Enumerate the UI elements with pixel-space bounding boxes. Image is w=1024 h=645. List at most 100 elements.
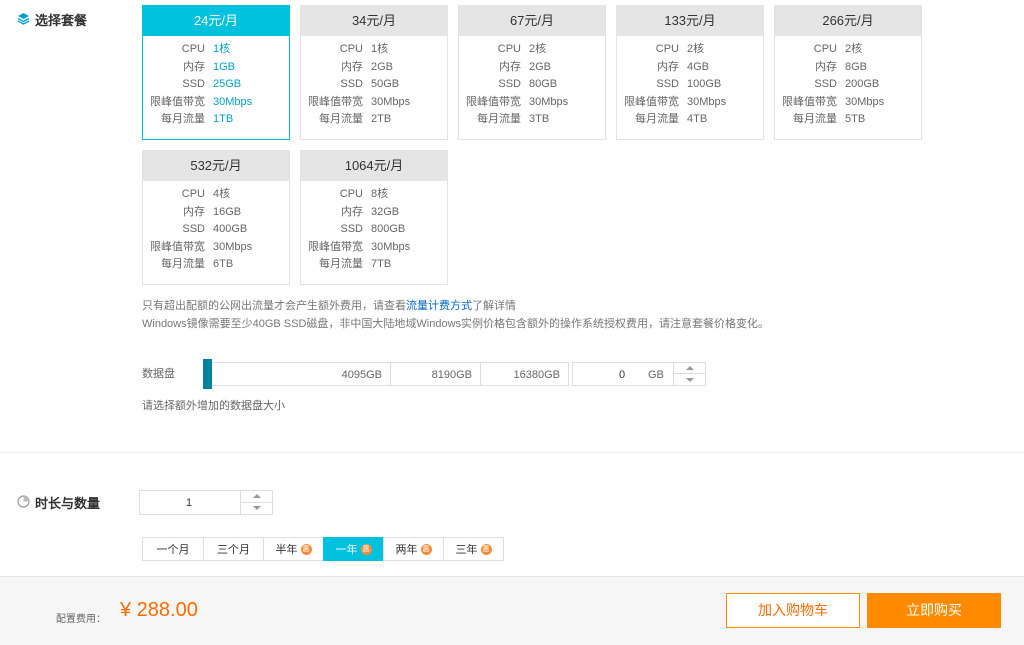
plan-spec-list: CPU 8核 内存 32GB SSD 800GB 限峰值带宽 30Mbps 每月流量 7TB [301, 181, 447, 274]
spec-key: 限峰值带宽 [308, 95, 363, 108]
data-disk-hint: 请选择额外增加的数据盘大小 [142, 400, 285, 412]
period-option[interactable]: 半年惠 [263, 537, 324, 561]
data-disk-size-input[interactable]: 0 GB [572, 362, 706, 386]
add-to-cart-button[interactable]: 加入购物车 [726, 593, 860, 628]
period-option[interactable]: 一个月 [142, 537, 204, 561]
plan-spec-row: CPU 2核 [775, 41, 921, 59]
spec-value: 30Mbps [213, 95, 253, 108]
plan-spec-row: 内存 2GB [301, 59, 447, 77]
spec-value: 30Mbps [371, 240, 411, 253]
plan-card[interactable]: 532元/月 CPU 4核 内存 16GB SSD 400GB 限峰值带宽 30Mbps 每月流量… [142, 150, 290, 285]
spec-value: 30Mbps [529, 95, 569, 108]
spec-key: CPU [497, 43, 521, 55]
plan-spec-row: 内存 16GB [143, 204, 289, 222]
period-selector: 一个月 三个月 半年惠一年惠两年惠三年惠 [142, 537, 504, 561]
plan-card[interactable]: 1064元/月 CPU 8核 内存 32GB SSD 800GB 限峰值带宽 30Mbps 每月流… [300, 150, 448, 285]
plan-spec-list: CPU 2核 内存 4GB SSD 100GB 限峰值带宽 30Mbps 每月流量 4TB [617, 36, 763, 129]
decrement-button[interactable] [674, 374, 705, 385]
spec-value: 80GB [529, 78, 558, 90]
plan-spec-row: 每月流量 2TB [301, 111, 447, 129]
spec-value: 30Mbps [687, 95, 727, 108]
spec-key: 内存 [815, 60, 837, 73]
plan-spec-list: CPU 2核 内存 8GB SSD 200GB 限峰值带宽 30Mbps 每月流量 5TB [775, 36, 921, 129]
period-label: 两年 [395, 544, 418, 556]
spec-value: 2核 [845, 43, 863, 55]
plan-spec-row: CPU 1核 [301, 41, 447, 59]
section-divider [0, 452, 1024, 453]
period-option[interactable]: 两年惠 [383, 537, 444, 561]
spec-key: 内存 [183, 205, 205, 218]
plan-card[interactable]: 266元/月 CPU 2核 内存 8GB SSD 200GB 限峰值带宽 30Mbps 每月流量 5… [774, 5, 922, 140]
quantity-spinner [240, 491, 272, 514]
spec-value: 5TB [845, 113, 866, 125]
quantity-increment-button[interactable] [241, 491, 272, 503]
plan-price: 532元/月 [143, 151, 289, 181]
plan-spec-row: SSD 100GB [617, 76, 763, 94]
plan-spec-row: 内存 1GB [143, 59, 289, 77]
spec-value: 1核 [213, 43, 231, 55]
plan-card[interactable]: 34元/月 CPU 1核 内存 2GB SSD 50GB 限峰值带宽 30Mbps 每月流量 2TB [300, 5, 448, 140]
spec-value: 3TB [529, 113, 550, 125]
spec-key: CPU [813, 43, 837, 55]
plan-spec-row: SSD 400GB [143, 221, 289, 239]
plan-card[interactable]: 24元/月 CPU 1核 内存 1GB SSD 25GB 限峰值带宽 30Mbps 每月流量 1TB [142, 5, 290, 140]
traffic-note: 只有超出配额的公网出流量才会产生额外费用，请查看流量计费方式了解详情 [142, 297, 516, 313]
plan-spec-row: 内存 8GB [775, 59, 921, 77]
spec-value: 32GB [371, 205, 400, 218]
spec-value: 50GB [371, 78, 400, 90]
period-option[interactable]: 三年惠 [443, 537, 504, 561]
plan-price: 1064元/月 [301, 151, 447, 181]
plan-card[interactable]: 67元/月 CPU 2核 内存 2GB SSD 80GB 限峰值带宽 30Mbps 每月流量 3TB [458, 5, 606, 140]
chevron-up-icon [685, 366, 694, 370]
quantity-stepper[interactable]: 1 [139, 490, 273, 515]
spec-key: SSD [814, 78, 837, 90]
plan-spec-row: CPU 2核 [459, 41, 605, 59]
plan-spec-row: 限峰值带宽 30Mbps [143, 94, 289, 112]
duration-section-header: 时长与数量 [17, 493, 100, 512]
windows-note: Windows镜像需要至少40GB SSD磁盘，非中国大陆地域Windows实例… [142, 318, 770, 330]
spec-key: CPU [339, 43, 363, 55]
data-disk-size-value: 0 [619, 369, 626, 381]
plan-price: 133元/月 [617, 6, 763, 36]
period-label: 半年 [275, 544, 298, 556]
plan-spec-row: 限峰值带宽 30Mbps [301, 94, 447, 112]
spec-value: 7TB [371, 258, 392, 270]
spec-value: 2GB [371, 60, 394, 73]
period-label: 一年 [335, 544, 358, 556]
chevron-up-icon [252, 494, 261, 499]
period-option[interactable]: 三个月 [203, 537, 264, 561]
period-option[interactable]: 一年惠 [323, 537, 384, 561]
spec-value: 30Mbps [845, 95, 885, 108]
spec-value: 1TB [213, 113, 234, 125]
package-section-header: 选择套餐 [17, 10, 87, 29]
spec-value: 2核 [529, 43, 547, 55]
plan-spec-row: 限峰值带宽 30Mbps [143, 239, 289, 257]
buy-now-button[interactable]: 立即购买 [867, 593, 1001, 628]
spec-value: 1核 [371, 43, 389, 55]
discount-badge-icon: 惠 [360, 543, 372, 555]
spec-key: SSD [182, 78, 205, 90]
data-disk-spinner [673, 363, 705, 385]
spec-key: 内存 [341, 205, 363, 218]
chevron-down-icon [252, 506, 261, 511]
spec-key: 每月流量 [319, 258, 363, 270]
traffic-note-text: 只有超出配额的公网出流量才会产生额外费用，请查看 [142, 300, 406, 312]
spec-key: 限峰值带宽 [782, 95, 837, 108]
data-disk-slider[interactable]: 4095GB 8190GB 16380GB [203, 362, 569, 386]
package-section-title: 选择套餐 [35, 13, 88, 28]
spec-value: 2核 [687, 43, 705, 55]
slider-handle[interactable] [203, 359, 212, 389]
plan-spec-row: SSD 800GB [301, 221, 447, 239]
period-label: 三年 [455, 544, 478, 556]
traffic-billing-link[interactable]: 流量计费方式 [406, 300, 472, 312]
plan-spec-row: 内存 2GB [459, 59, 605, 77]
discount-badge-icon: 惠 [420, 543, 432, 555]
increment-button[interactable] [674, 363, 705, 374]
slider-tick: 8190GB [390, 363, 480, 385]
spec-key: 每月流量 [319, 113, 363, 125]
plan-spec-row: SSD 25GB [143, 76, 289, 94]
plan-card[interactable]: 133元/月 CPU 2核 内存 4GB SSD 100GB 限峰值带宽 30Mbps 每月流量 4… [616, 5, 764, 140]
plan-spec-row: 每月流量 3TB [459, 111, 605, 129]
quantity-decrement-button[interactable] [241, 503, 272, 515]
spec-key: 内存 [183, 60, 205, 73]
